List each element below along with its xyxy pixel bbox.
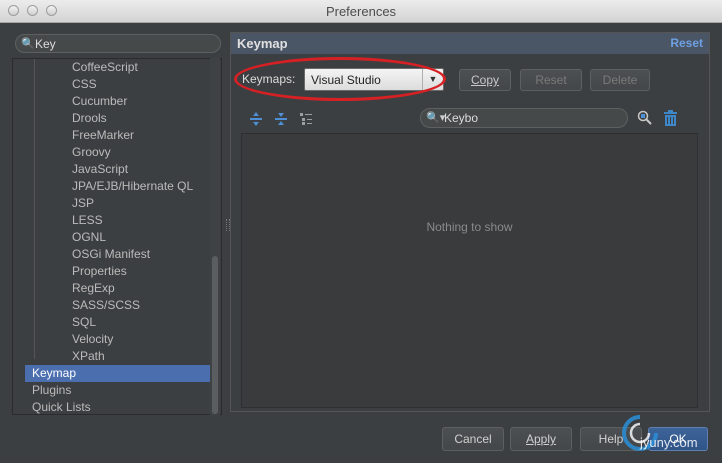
tree-item-cucumber[interactable]: Cucumber	[72, 93, 127, 110]
chevron-down-icon[interactable]: ▼	[422, 69, 443, 90]
ok-button[interactable]: OK	[648, 427, 708, 451]
tree-item-groovy[interactable]: Groovy	[72, 144, 111, 161]
keymap-select[interactable]: Visual Studio ▼	[304, 68, 444, 91]
copy-button-label: Copy	[470, 73, 499, 87]
help-button[interactable]: Help	[580, 427, 642, 451]
tree-item-jpa-ejb-hibernate-ql[interactable]: JPA/EJB/Hibernate QL	[72, 178, 193, 195]
tree-item-xpath[interactable]: XPath	[72, 348, 105, 365]
window-titlebar: Preferences	[0, 0, 722, 23]
reset-button[interactable]: Reset	[520, 69, 582, 91]
keymaps-label: Keymaps:	[242, 72, 296, 86]
keymap-select-value: Visual Studio	[311, 73, 381, 87]
apply-button-label: Apply	[525, 432, 557, 446]
list-icon[interactable]	[299, 112, 313, 126]
tree-item-javascript[interactable]: JavaScript	[72, 161, 128, 178]
apply-button[interactable]: Apply	[510, 427, 572, 451]
copy-button[interactable]: Copy	[459, 69, 511, 91]
tree-item-coffeescript[interactable]: CoffeeScript	[72, 59, 138, 76]
tree-item-ognl[interactable]: OGNL	[72, 229, 106, 246]
cancel-button[interactable]: Cancel	[442, 427, 504, 451]
tree-item-drools[interactable]: Drools	[72, 110, 107, 127]
tree-item-plugins[interactable]: Plugins	[32, 382, 71, 399]
tree-item-freemarker[interactable]: FreeMarker	[72, 127, 134, 144]
tree-item-quick-lists[interactable]: Quick Lists	[32, 399, 91, 414]
expand-all-icon[interactable]	[249, 112, 263, 126]
tree-item-css[interactable]: CSS	[72, 76, 97, 93]
tree-item-keymap[interactable]: Keymap	[25, 365, 217, 382]
search-icon: 🔍	[21, 38, 35, 50]
tree-item-regexp[interactable]: RegExp	[72, 280, 115, 297]
empty-state-text: Nothing to show	[426, 220, 513, 234]
window-title: Preferences	[325, 4, 397, 19]
find-shortcut-icon[interactable]	[637, 110, 653, 126]
tree-item-velocity[interactable]: Velocity	[72, 331, 113, 348]
panel-title: Keymap	[237, 36, 288, 51]
tree-item-jsp[interactable]: JSP	[72, 195, 94, 212]
keymap-actions-list[interactable]: Nothing to show	[241, 133, 698, 408]
tree-item-less[interactable]: LESS	[72, 212, 103, 229]
settings-search-input[interactable]	[35, 36, 215, 51]
settings-tree: CoffeeScript CSS Cucumber Drools FreeMar…	[12, 58, 222, 415]
tree-guide-line	[34, 59, 35, 359]
tree-item-sass-scss[interactable]: SASS/SCSS	[72, 297, 140, 314]
tree-scrollbar-thumb[interactable]	[212, 256, 218, 414]
collapse-all-icon[interactable]	[274, 112, 288, 126]
keymap-filter[interactable]: 🔍▾	[420, 108, 628, 128]
tree-item-osgi-manifest[interactable]: OSGi Manifest	[72, 246, 150, 263]
delete-button[interactable]: Delete	[590, 69, 650, 91]
reset-link[interactable]: Reset	[670, 36, 703, 50]
keymap-filter-input[interactable]	[444, 111, 619, 125]
trash-icon[interactable]	[663, 110, 678, 126]
search-icon: 🔍▾	[426, 112, 446, 124]
tree-item-sql[interactable]: SQL	[72, 314, 96, 331]
settings-search[interactable]: 🔍	[15, 34, 221, 53]
panel-header: Keymap Reset	[231, 33, 709, 54]
tree-item-properties[interactable]: Properties	[72, 263, 127, 280]
